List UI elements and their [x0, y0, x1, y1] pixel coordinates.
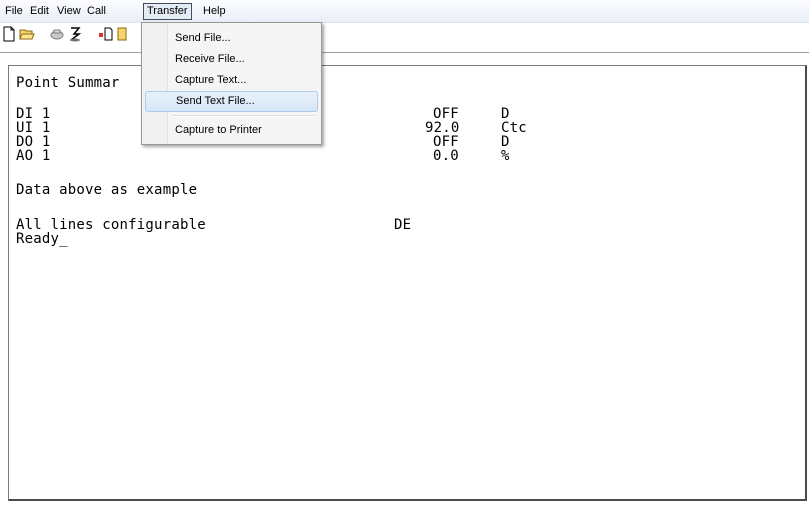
point-unit: Ctc — [501, 120, 527, 136]
terminal-area[interactable]: Point Summar DI 1 OFF D UI 1 92.0 Ctc DO… — [8, 65, 807, 501]
disconnect-icon[interactable] — [49, 26, 65, 42]
menu-item-capture-text[interactable]: Capture Text... — [145, 70, 318, 91]
point-value: OFF — [433, 134, 459, 150]
point-unit: D — [501, 134, 510, 150]
point-unit: % — [501, 148, 510, 164]
toolbar-divider — [0, 52, 809, 53]
point-value: 92.0 — [425, 120, 460, 136]
transfer-menu-dropdown: Send File... Receive File... Capture Tex… — [141, 22, 322, 145]
menu-file[interactable]: File — [3, 4, 25, 18]
config-line: All lines configurable — [16, 217, 206, 233]
menu-bar: File Edit View Call Transfer Help — [0, 0, 809, 23]
point-unit: D — [501, 106, 510, 122]
connect-icon[interactable] — [67, 26, 83, 42]
menu-edit[interactable]: Edit — [28, 4, 51, 18]
menu-item-send-text-file[interactable]: Send Text File... — [145, 91, 318, 112]
point-value: 0.0 — [433, 148, 459, 164]
point-name: DO 1 — [16, 134, 51, 150]
hyperterminal-window: File Edit View Call Transfer Help Point … — [0, 0, 809, 506]
toolbar — [0, 23, 809, 45]
open-folder-icon[interactable] — [19, 26, 35, 42]
point-name: DI 1 — [16, 106, 51, 122]
menu-transfer[interactable]: Transfer — [143, 3, 192, 20]
menu-separator — [172, 115, 317, 117]
config-flag: DE — [394, 217, 412, 233]
terminal-note: Data above as example — [16, 182, 198, 198]
new-document-icon[interactable] — [1, 26, 17, 42]
menu-item-capture-to-printer[interactable]: Capture to Printer — [145, 120, 318, 141]
menu-item-send-file[interactable]: Send File... — [145, 28, 318, 49]
menu-item-receive-file[interactable]: Receive File... — [145, 49, 318, 70]
properties-icon[interactable] — [97, 26, 113, 42]
point-name: AO 1 — [16, 148, 51, 164]
point-value: OFF — [433, 106, 459, 122]
menu-call[interactable]: Call — [85, 4, 108, 18]
terminal-heading: Point Summar — [16, 75, 120, 91]
menu-view[interactable]: View — [55, 4, 83, 18]
ready-prompt: Ready_ — [16, 231, 68, 247]
send-icon[interactable] — [114, 26, 130, 42]
point-name: UI 1 — [16, 120, 51, 136]
menu-help[interactable]: Help — [201, 4, 228, 18]
